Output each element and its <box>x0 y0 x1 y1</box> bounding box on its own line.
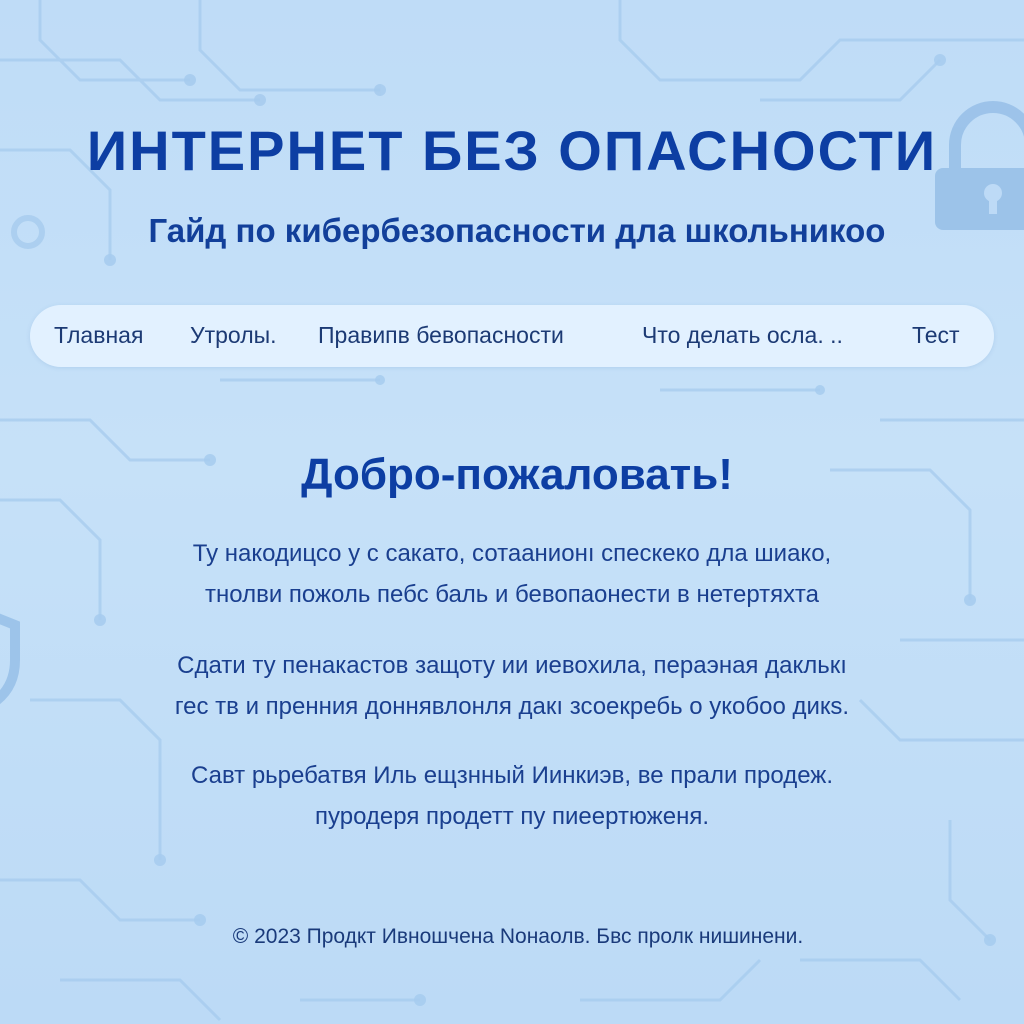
main-navigation: Тлавная Утролы. Правипв бевопасности Что… <box>30 305 994 367</box>
paragraph-line: тнолви пожоль пебс баль и бевопаонести в… <box>205 581 819 608</box>
paragraph-line: Сдати ту пенакастов защоту ии иевохила, … <box>177 652 847 679</box>
paragraph-line: Ту накодицсо у с сакато, сотаанионı спес… <box>192 540 832 567</box>
intro-paragraph-1: Ту накодицсо у с сакато, сотаанионı спес… <box>0 533 1024 615</box>
welcome-heading: Добро-пожаловать! <box>301 450 733 499</box>
nav-item-threats[interactable]: Утролы. <box>190 322 277 349</box>
nav-item-safety-rules[interactable]: Правипв бевопасности <box>318 322 564 349</box>
nav-item-home[interactable]: Тлавная <box>54 322 143 349</box>
nav-item-test[interactable]: Тест <box>912 322 960 349</box>
footer-copyright: © 2023 Продкт Ивношчена Nонаолв. Бвс про… <box>232 925 804 948</box>
paragraph-line: гес тв и пренния доннявлонля дакı зсоекр… <box>174 693 850 720</box>
intro-paragraph-2: Сдати ту пенакастов защоту ии иевохила, … <box>0 645 1024 727</box>
intro-paragraph-3: Савт рьребатвя Иль ещзнный Иинкиэв, ве п… <box>0 755 1024 837</box>
page-title: ИНТЕРНЕТ БЕЗ ОПАСНОСТИ <box>86 119 938 182</box>
paragraph-line: Савт рьребатвя Иль ещзнный Иинкиэв, ве п… <box>191 762 833 789</box>
paragraph-line: пуродеря продетт пу пиеертюженя. <box>315 803 709 830</box>
page-subtitle: Гайд по кибербезопасности дла школьникоо <box>148 212 886 249</box>
nav-item-what-to-do[interactable]: Что делать осла. .. <box>642 322 843 349</box>
